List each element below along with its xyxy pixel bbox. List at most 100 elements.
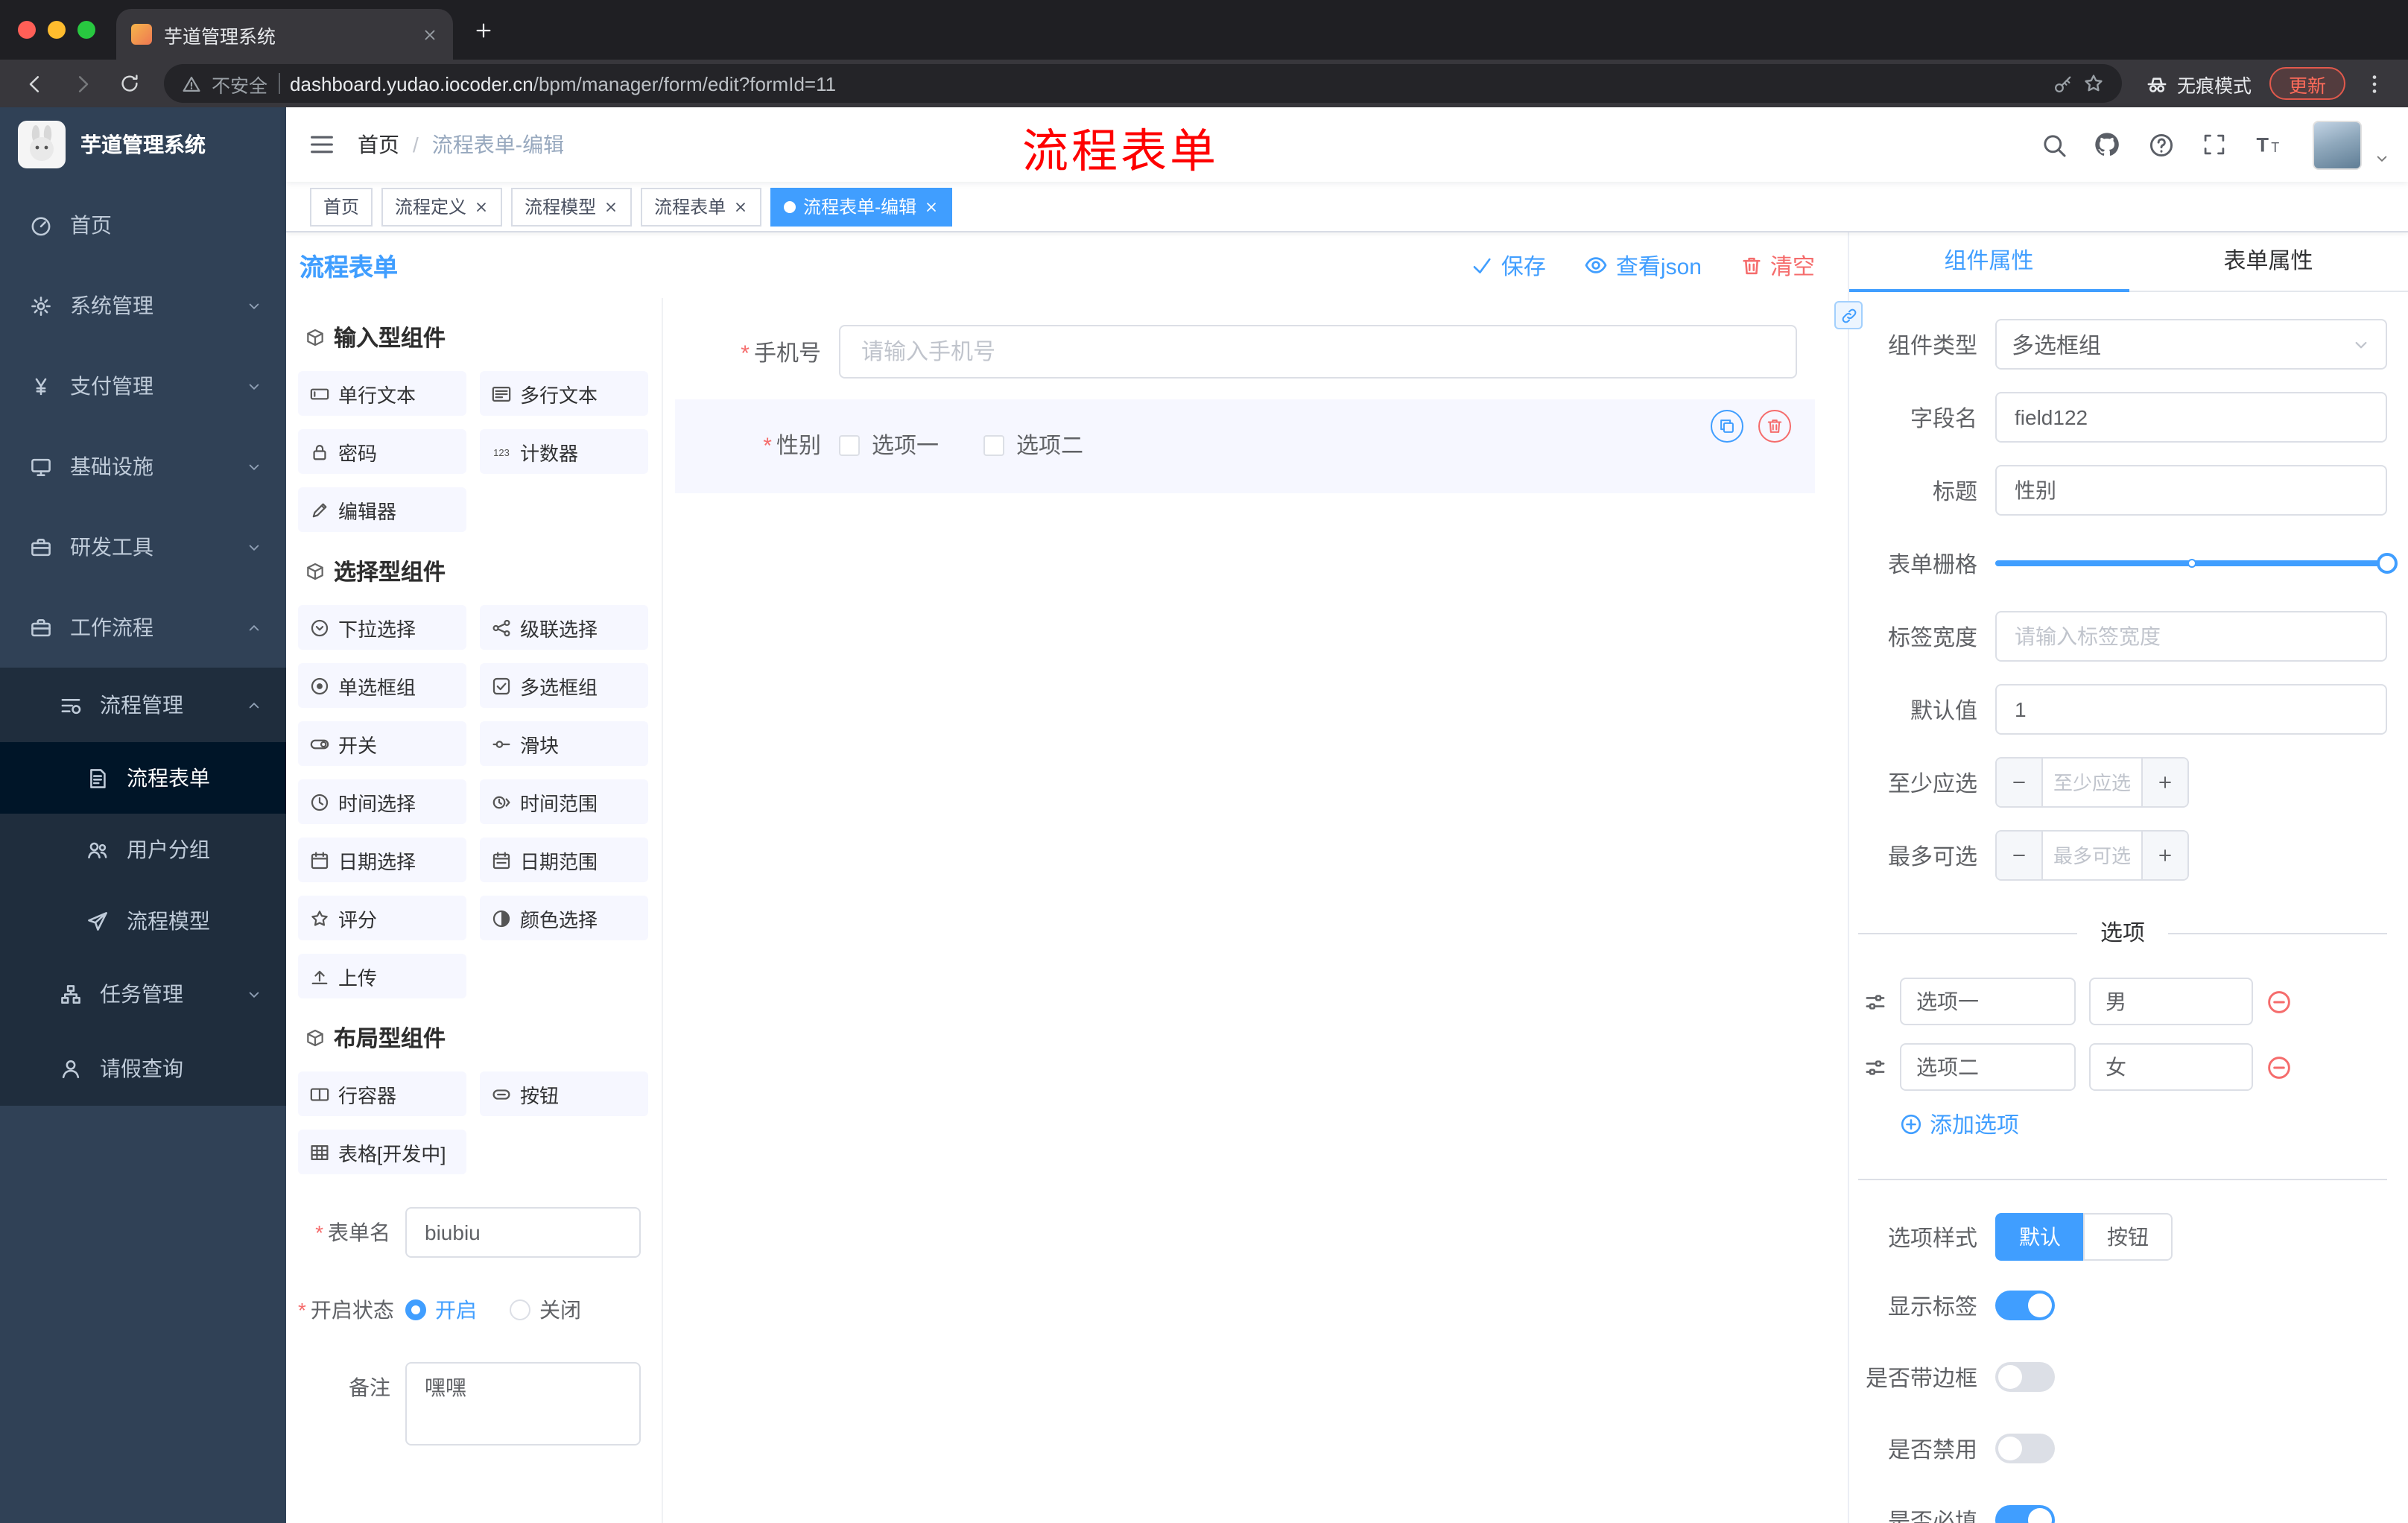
sidebar-item-11[interactable]: 请假查询 <box>0 1031 286 1106</box>
remove-option-button[interactable] <box>2266 989 2292 1014</box>
tag-close-icon[interactable] <box>603 199 618 214</box>
sidebar-item-5[interactable]: 工作流程 <box>0 587 286 668</box>
palette-item-slider[interactable]: 滑块 <box>480 721 648 766</box>
drag-icon[interactable] <box>1864 1056 1886 1078</box>
palette-item-textarea[interactable]: 多行文本 <box>480 371 648 416</box>
sidebar-item-6[interactable]: 流程管理 <box>0 668 286 742</box>
sidebar-item-10[interactable]: 任务管理 <box>0 957 286 1031</box>
palette-item-counter[interactable]: 123 计数器 <box>480 429 648 474</box>
breadcrumb-home[interactable]: 首页 <box>358 130 399 159</box>
clear-button[interactable]: 清空 <box>1740 250 1815 281</box>
checkbox-box[interactable] <box>839 434 860 455</box>
palette-item-color[interactable]: 颜色选择 <box>480 896 648 940</box>
min-select-input[interactable] <box>2043 759 2141 806</box>
style-button-button[interactable]: 按钮 <box>2083 1213 2173 1261</box>
font-size-icon[interactable]: TT <box>2247 122 2289 167</box>
forward-button[interactable] <box>63 64 101 103</box>
palette-item-checkbox[interactable]: 多选框组 <box>480 663 648 708</box>
default-value-input[interactable] <box>1995 684 2387 735</box>
title-input[interactable] <box>1995 465 2387 516</box>
option-label-input[interactable] <box>1900 978 2076 1025</box>
option-label-input[interactable] <box>1900 1043 2076 1091</box>
phone-field-row[interactable]: * 手机号 <box>675 325 1815 379</box>
github-icon[interactable] <box>2086 122 2128 167</box>
tab-component-props[interactable]: 组件属性 <box>1849 232 2129 292</box>
form-grid-slider[interactable] <box>1995 538 2398 589</box>
palette-item-editor[interactable]: 编辑器 <box>298 487 466 532</box>
palette-item-date-range[interactable]: 日期范围 <box>480 838 648 882</box>
sidebar-item-4[interactable]: 研发工具 <box>0 507 286 587</box>
minimize-window-button[interactable] <box>48 21 66 39</box>
save-button[interactable]: 保存 <box>1471 250 1546 281</box>
palette-item-upload[interactable]: 上传 <box>298 954 466 998</box>
palette-item-select[interactable]: 下拉选择 <box>298 605 466 650</box>
sidebar-logo[interactable]: 芋道管理系统 <box>0 107 286 182</box>
palette-item-star[interactable]: 评分 <box>298 896 466 940</box>
address-bar[interactable]: 不安全 dashboard.yudao.iocoder.cn/bpm/manag… <box>164 64 2122 103</box>
tag-0[interactable]: 首页 <box>310 187 373 226</box>
remove-option-button[interactable] <box>2266 1054 2292 1080</box>
hamburger-menu-icon[interactable] <box>286 107 358 182</box>
password-key-icon[interactable] <box>2053 74 2073 93</box>
palette-item-time[interactable]: 时间选择 <box>298 779 466 824</box>
sidebar-item-1[interactable]: 系统管理 <box>0 265 286 346</box>
status-off-radio[interactable]: 关闭 <box>510 1295 581 1325</box>
palette-item-row[interactable]: 行容器 <box>298 1071 466 1116</box>
new-tab-button[interactable] <box>462 9 504 51</box>
remark-textarea[interactable] <box>405 1362 641 1446</box>
view-json-button[interactable]: 查看json <box>1585 250 1702 281</box>
reload-button[interactable] <box>110 64 149 103</box>
label-width-input[interactable] <box>1995 611 2387 662</box>
toggle-switch[interactable] <box>1995 1291 2055 1320</box>
bookmark-star-icon[interactable] <box>2083 73 2104 94</box>
drag-icon[interactable] <box>1864 990 1886 1013</box>
update-button[interactable]: 更新 <box>2269 67 2345 100</box>
zoom-window-button[interactable] <box>77 21 95 39</box>
component-type-select[interactable]: 多选框组 <box>1995 319 2387 370</box>
palette-item-lock[interactable]: 密码 <box>298 429 466 474</box>
copy-widget-button[interactable] <box>1711 410 1743 443</box>
browser-tab[interactable]: 芋道管理系统 <box>116 9 453 60</box>
add-option-button[interactable]: 添加选项 <box>1900 1109 2387 1140</box>
tab-close-icon[interactable] <box>422 26 438 42</box>
tag-4[interactable]: 流程表单-编辑 <box>770 187 953 226</box>
palette-item-time-range[interactable]: 时间范围 <box>480 779 648 824</box>
option-value-input[interactable] <box>2089 1043 2253 1091</box>
decrease-button[interactable] <box>1997 832 2043 879</box>
avatar-caret-icon[interactable] <box>2374 150 2390 166</box>
close-window-button[interactable] <box>18 21 36 39</box>
toggle-switch[interactable] <box>1995 1505 2055 1523</box>
checkbox-box[interactable] <box>983 434 1005 455</box>
security-warning-icon[interactable] <box>182 74 201 93</box>
toggle-switch[interactable] <box>1995 1434 2055 1463</box>
palette-item-table[interactable]: 表格[开发中] <box>298 1130 466 1174</box>
decrease-button[interactable] <box>1997 759 2043 806</box>
sidebar-item-2[interactable]: 支付管理 <box>0 346 286 426</box>
style-default-button[interactable]: 默认 <box>1995 1213 2083 1261</box>
toggle-switch[interactable] <box>1995 1362 2055 1392</box>
palette-item-cascade[interactable]: 级联选择 <box>480 605 648 650</box>
option-value-input[interactable] <box>2089 978 2253 1025</box>
fullscreen-icon[interactable] <box>2193 122 2235 167</box>
form-canvas[interactable]: *手机号 *性别 选项一 选项二 <box>663 298 1848 1523</box>
tab-form-props[interactable]: 表单属性 <box>2129 232 2408 291</box>
browser-menu-icon[interactable] <box>2354 64 2393 103</box>
tag-1[interactable]: 流程定义 <box>381 187 503 226</box>
delete-widget-button[interactable] <box>1758 410 1791 443</box>
tag-close-icon[interactable] <box>924 199 939 214</box>
field-name-input[interactable] <box>1995 392 2387 443</box>
tag-3[interactable]: 流程表单 <box>641 187 762 226</box>
tag-2[interactable]: 流程模型 <box>511 187 633 226</box>
slider-handle[interactable] <box>2377 553 2398 574</box>
help-icon[interactable] <box>2140 122 2182 167</box>
palette-item-input[interactable]: 单行文本 <box>298 371 466 416</box>
palette-item-date[interactable]: 日期选择 <box>298 838 466 882</box>
form-name-input[interactable] <box>405 1207 641 1258</box>
tag-close-icon[interactable] <box>474 199 489 214</box>
palette-item-switch[interactable]: 开关 <box>298 721 466 766</box>
phone-input[interactable] <box>839 325 1797 379</box>
sidebar-item-7[interactable]: 流程表单 <box>0 742 286 814</box>
sidebar-item-0[interactable]: 首页 <box>0 185 286 265</box>
palette-item-radio[interactable]: 单选框组 <box>298 663 466 708</box>
status-on-radio[interactable]: 开启 <box>405 1295 477 1325</box>
